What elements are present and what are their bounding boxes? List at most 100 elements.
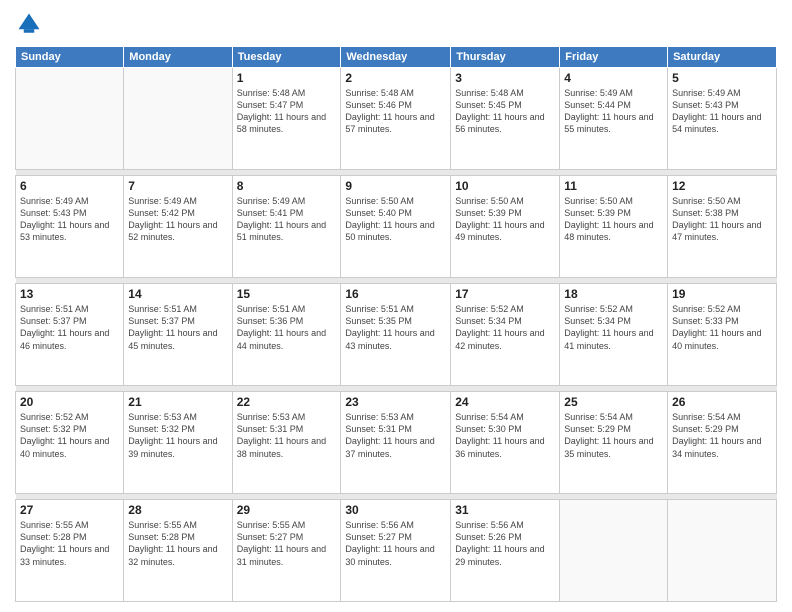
- day-number: 21: [128, 395, 227, 409]
- day-number: 4: [564, 71, 663, 85]
- day-info: Sunrise: 5:48 AM Sunset: 5:45 PM Dayligh…: [455, 87, 555, 136]
- calendar-cell: 15Sunrise: 5:51 AM Sunset: 5:36 PM Dayli…: [232, 284, 341, 386]
- day-number: 30: [345, 503, 446, 517]
- calendar-cell: 16Sunrise: 5:51 AM Sunset: 5:35 PM Dayli…: [341, 284, 451, 386]
- calendar-cell: 31Sunrise: 5:56 AM Sunset: 5:26 PM Dayli…: [451, 500, 560, 602]
- calendar-cell: 14 Sunrise: 5:51 AM Sunset: 5:37 PM Dayli…: [124, 284, 232, 386]
- weekday-header: Wednesday: [341, 47, 451, 68]
- logo-icon: [15, 10, 43, 38]
- day-info: Sunrise: 5:54 AM Sunset: 5:30 PM Dayligh…: [455, 411, 555, 460]
- day-number: 9: [345, 179, 446, 193]
- day-number: 26: [672, 395, 772, 409]
- calendar-cell: 2Sunrise: 5:48 AM Sunset: 5:46 PM Daylig…: [341, 68, 451, 170]
- day-number: 10: [455, 179, 555, 193]
- day-info: Sunrise: 5:52 AM Sunset: 5:34 PM Dayligh…: [564, 303, 663, 352]
- weekday-header: Friday: [560, 47, 668, 68]
- day-info: Sunrise: 5:49 AM Sunset: 5:41 PM Dayligh…: [237, 195, 337, 244]
- day-number: 31: [455, 503, 555, 517]
- day-number: 25: [564, 395, 663, 409]
- day-info: Sunrise: 5:50 AM Sunset: 5:40 PM Dayligh…: [345, 195, 446, 244]
- calendar-week-row: 13 Sunrise: 5:51 AM Sunset: 5:37 PM Dayli…: [16, 284, 777, 386]
- calendar-cell: 5Sunrise: 5:49 AM Sunset: 5:43 PM Daylig…: [668, 68, 777, 170]
- calendar-cell: 27Sunrise: 5:55 AM Sunset: 5:28 PM Dayli…: [16, 500, 124, 602]
- day-info: Sunrise: 5:51 AM Sunset: 5:36 PM Dayligh…: [237, 303, 337, 352]
- calendar-cell: 3 Sunrise: 5:48 AM Sunset: 5:45 PM Daylig…: [451, 68, 560, 170]
- day-number: 29: [237, 503, 337, 517]
- day-number: 18: [564, 287, 663, 301]
- calendar-cell: 12 Sunrise: 5:50 AM Sunset: 5:38 PM Dayli…: [668, 176, 777, 278]
- calendar-cell: 10 Sunrise: 5:50 AM Sunset: 5:39 PM Dayli…: [451, 176, 560, 278]
- day-info: Sunrise: 5:56 AM Sunset: 5:27 PM Dayligh…: [345, 519, 446, 568]
- day-number: 22: [237, 395, 337, 409]
- calendar-cell: 30 Sunrise: 5:56 AM Sunset: 5:27 PM Dayli…: [341, 500, 451, 602]
- calendar-cell: 22 Sunrise: 5:53 AM Sunset: 5:31 PM Dayli…: [232, 392, 341, 494]
- day-number: 16: [345, 287, 446, 301]
- day-info: Sunrise: 5:54 AM Sunset: 5:29 PM Dayligh…: [564, 411, 663, 460]
- day-info: Sunrise: 5:54 AM Sunset: 5:29 PM Dayligh…: [672, 411, 772, 460]
- weekday-header: Saturday: [668, 47, 777, 68]
- day-number: 14: [128, 287, 227, 301]
- day-info: Sunrise: 5:52 AM Sunset: 5:34 PM Dayligh…: [455, 303, 555, 352]
- calendar-cell: 28Sunrise: 5:55 AM Sunset: 5:28 PM Dayli…: [124, 500, 232, 602]
- day-number: 19: [672, 287, 772, 301]
- day-info: Sunrise: 5:49 AM Sunset: 5:42 PM Dayligh…: [128, 195, 227, 244]
- day-info: Sunrise: 5:55 AM Sunset: 5:28 PM Dayligh…: [128, 519, 227, 568]
- calendar-cell: [560, 500, 668, 602]
- day-info: Sunrise: 5:53 AM Sunset: 5:31 PM Dayligh…: [345, 411, 446, 460]
- day-number: 12: [672, 179, 772, 193]
- day-info: Sunrise: 5:52 AM Sunset: 5:32 PM Dayligh…: [20, 411, 119, 460]
- calendar-week-row: 20 Sunrise: 5:52 AM Sunset: 5:32 PM Dayli…: [16, 392, 777, 494]
- day-info: Sunrise: 5:52 AM Sunset: 5:33 PM Dayligh…: [672, 303, 772, 352]
- day-number: 20: [20, 395, 119, 409]
- day-number: 23: [345, 395, 446, 409]
- calendar-cell: 23 Sunrise: 5:53 AM Sunset: 5:31 PM Dayli…: [341, 392, 451, 494]
- day-info: Sunrise: 5:50 AM Sunset: 5:39 PM Dayligh…: [455, 195, 555, 244]
- weekday-header-row: SundayMondayTuesdayWednesdayThursdayFrid…: [16, 47, 777, 68]
- day-info: Sunrise: 5:55 AM Sunset: 5:27 PM Dayligh…: [237, 519, 337, 568]
- day-info: Sunrise: 5:50 AM Sunset: 5:39 PM Dayligh…: [564, 195, 663, 244]
- day-number: 13: [20, 287, 119, 301]
- header: [15, 10, 777, 38]
- calendar-cell: [668, 500, 777, 602]
- calendar-cell: 13 Sunrise: 5:51 AM Sunset: 5:37 PM Dayli…: [16, 284, 124, 386]
- day-info: Sunrise: 5:53 AM Sunset: 5:31 PM Dayligh…: [237, 411, 337, 460]
- day-info: Sunrise: 5:51 AM Sunset: 5:37 PM Dayligh…: [20, 303, 119, 352]
- day-info: Sunrise: 5:51 AM Sunset: 5:37 PM Dayligh…: [128, 303, 227, 352]
- weekday-header: Thursday: [451, 47, 560, 68]
- day-number: 6: [20, 179, 119, 193]
- calendar-cell: [16, 68, 124, 170]
- weekday-header: Sunday: [16, 47, 124, 68]
- day-number: 2: [345, 71, 446, 85]
- calendar-cell: 1 Sunrise: 5:48 AM Sunset: 5:47 PM Daylig…: [232, 68, 341, 170]
- weekday-header: Monday: [124, 47, 232, 68]
- calendar-cell: [124, 68, 232, 170]
- day-info: Sunrise: 5:50 AM Sunset: 5:38 PM Dayligh…: [672, 195, 772, 244]
- day-number: 8: [237, 179, 337, 193]
- calendar-cell: 4 Sunrise: 5:49 AM Sunset: 5:44 PM Daylig…: [560, 68, 668, 170]
- day-number: 1: [237, 71, 337, 85]
- calendar-cell: 24 Sunrise: 5:54 AM Sunset: 5:30 PM Dayli…: [451, 392, 560, 494]
- calendar-cell: 25 Sunrise: 5:54 AM Sunset: 5:29 PM Dayli…: [560, 392, 668, 494]
- day-number: 11: [564, 179, 663, 193]
- calendar-cell: 8 Sunrise: 5:49 AM Sunset: 5:41 PM Daylig…: [232, 176, 341, 278]
- calendar-week-row: 27 Sunrise: 5:55 AM Sunset: 5:28 PM Dayli…: [16, 500, 777, 602]
- calendar-cell: 26 Sunrise: 5:54 AM Sunset: 5:29 PM Dayli…: [668, 392, 777, 494]
- calendar-cell: 20 Sunrise: 5:52 AM Sunset: 5:32 PM Dayli…: [16, 392, 124, 494]
- day-info: Sunrise: 5:53 AM Sunset: 5:32 PM Dayligh…: [128, 411, 227, 460]
- day-info: Sunrise: 5:48 AM Sunset: 5:47 PM Dayligh…: [237, 87, 337, 136]
- day-number: 24: [455, 395, 555, 409]
- calendar-cell: 7Sunrise: 5:49 AM Sunset: 5:42 PM Daylig…: [124, 176, 232, 278]
- day-info: Sunrise: 5:49 AM Sunset: 5:43 PM Dayligh…: [672, 87, 772, 136]
- calendar-cell: 19 Sunrise: 5:52 AM Sunset: 5:33 PM Dayli…: [668, 284, 777, 386]
- day-number: 17: [455, 287, 555, 301]
- calendar-week-row: 1 Sunrise: 5:48 AM Sunset: 5:47 PM Daylig…: [16, 68, 777, 170]
- day-number: 27: [20, 503, 119, 517]
- weekday-header: Tuesday: [232, 47, 341, 68]
- calendar-cell: 6 Sunrise: 5:49 AM Sunset: 5:43 PM Daylig…: [16, 176, 124, 278]
- day-number: 3: [455, 71, 555, 85]
- calendar-cell: 9 Sunrise: 5:50 AM Sunset: 5:40 PM Daylig…: [341, 176, 451, 278]
- day-info: Sunrise: 5:49 AM Sunset: 5:43 PM Dayligh…: [20, 195, 119, 244]
- calendar-cell: 18 Sunrise: 5:52 AM Sunset: 5:34 PM Dayli…: [560, 284, 668, 386]
- logo: [15, 10, 47, 38]
- day-info: Sunrise: 5:49 AM Sunset: 5:44 PM Dayligh…: [564, 87, 663, 136]
